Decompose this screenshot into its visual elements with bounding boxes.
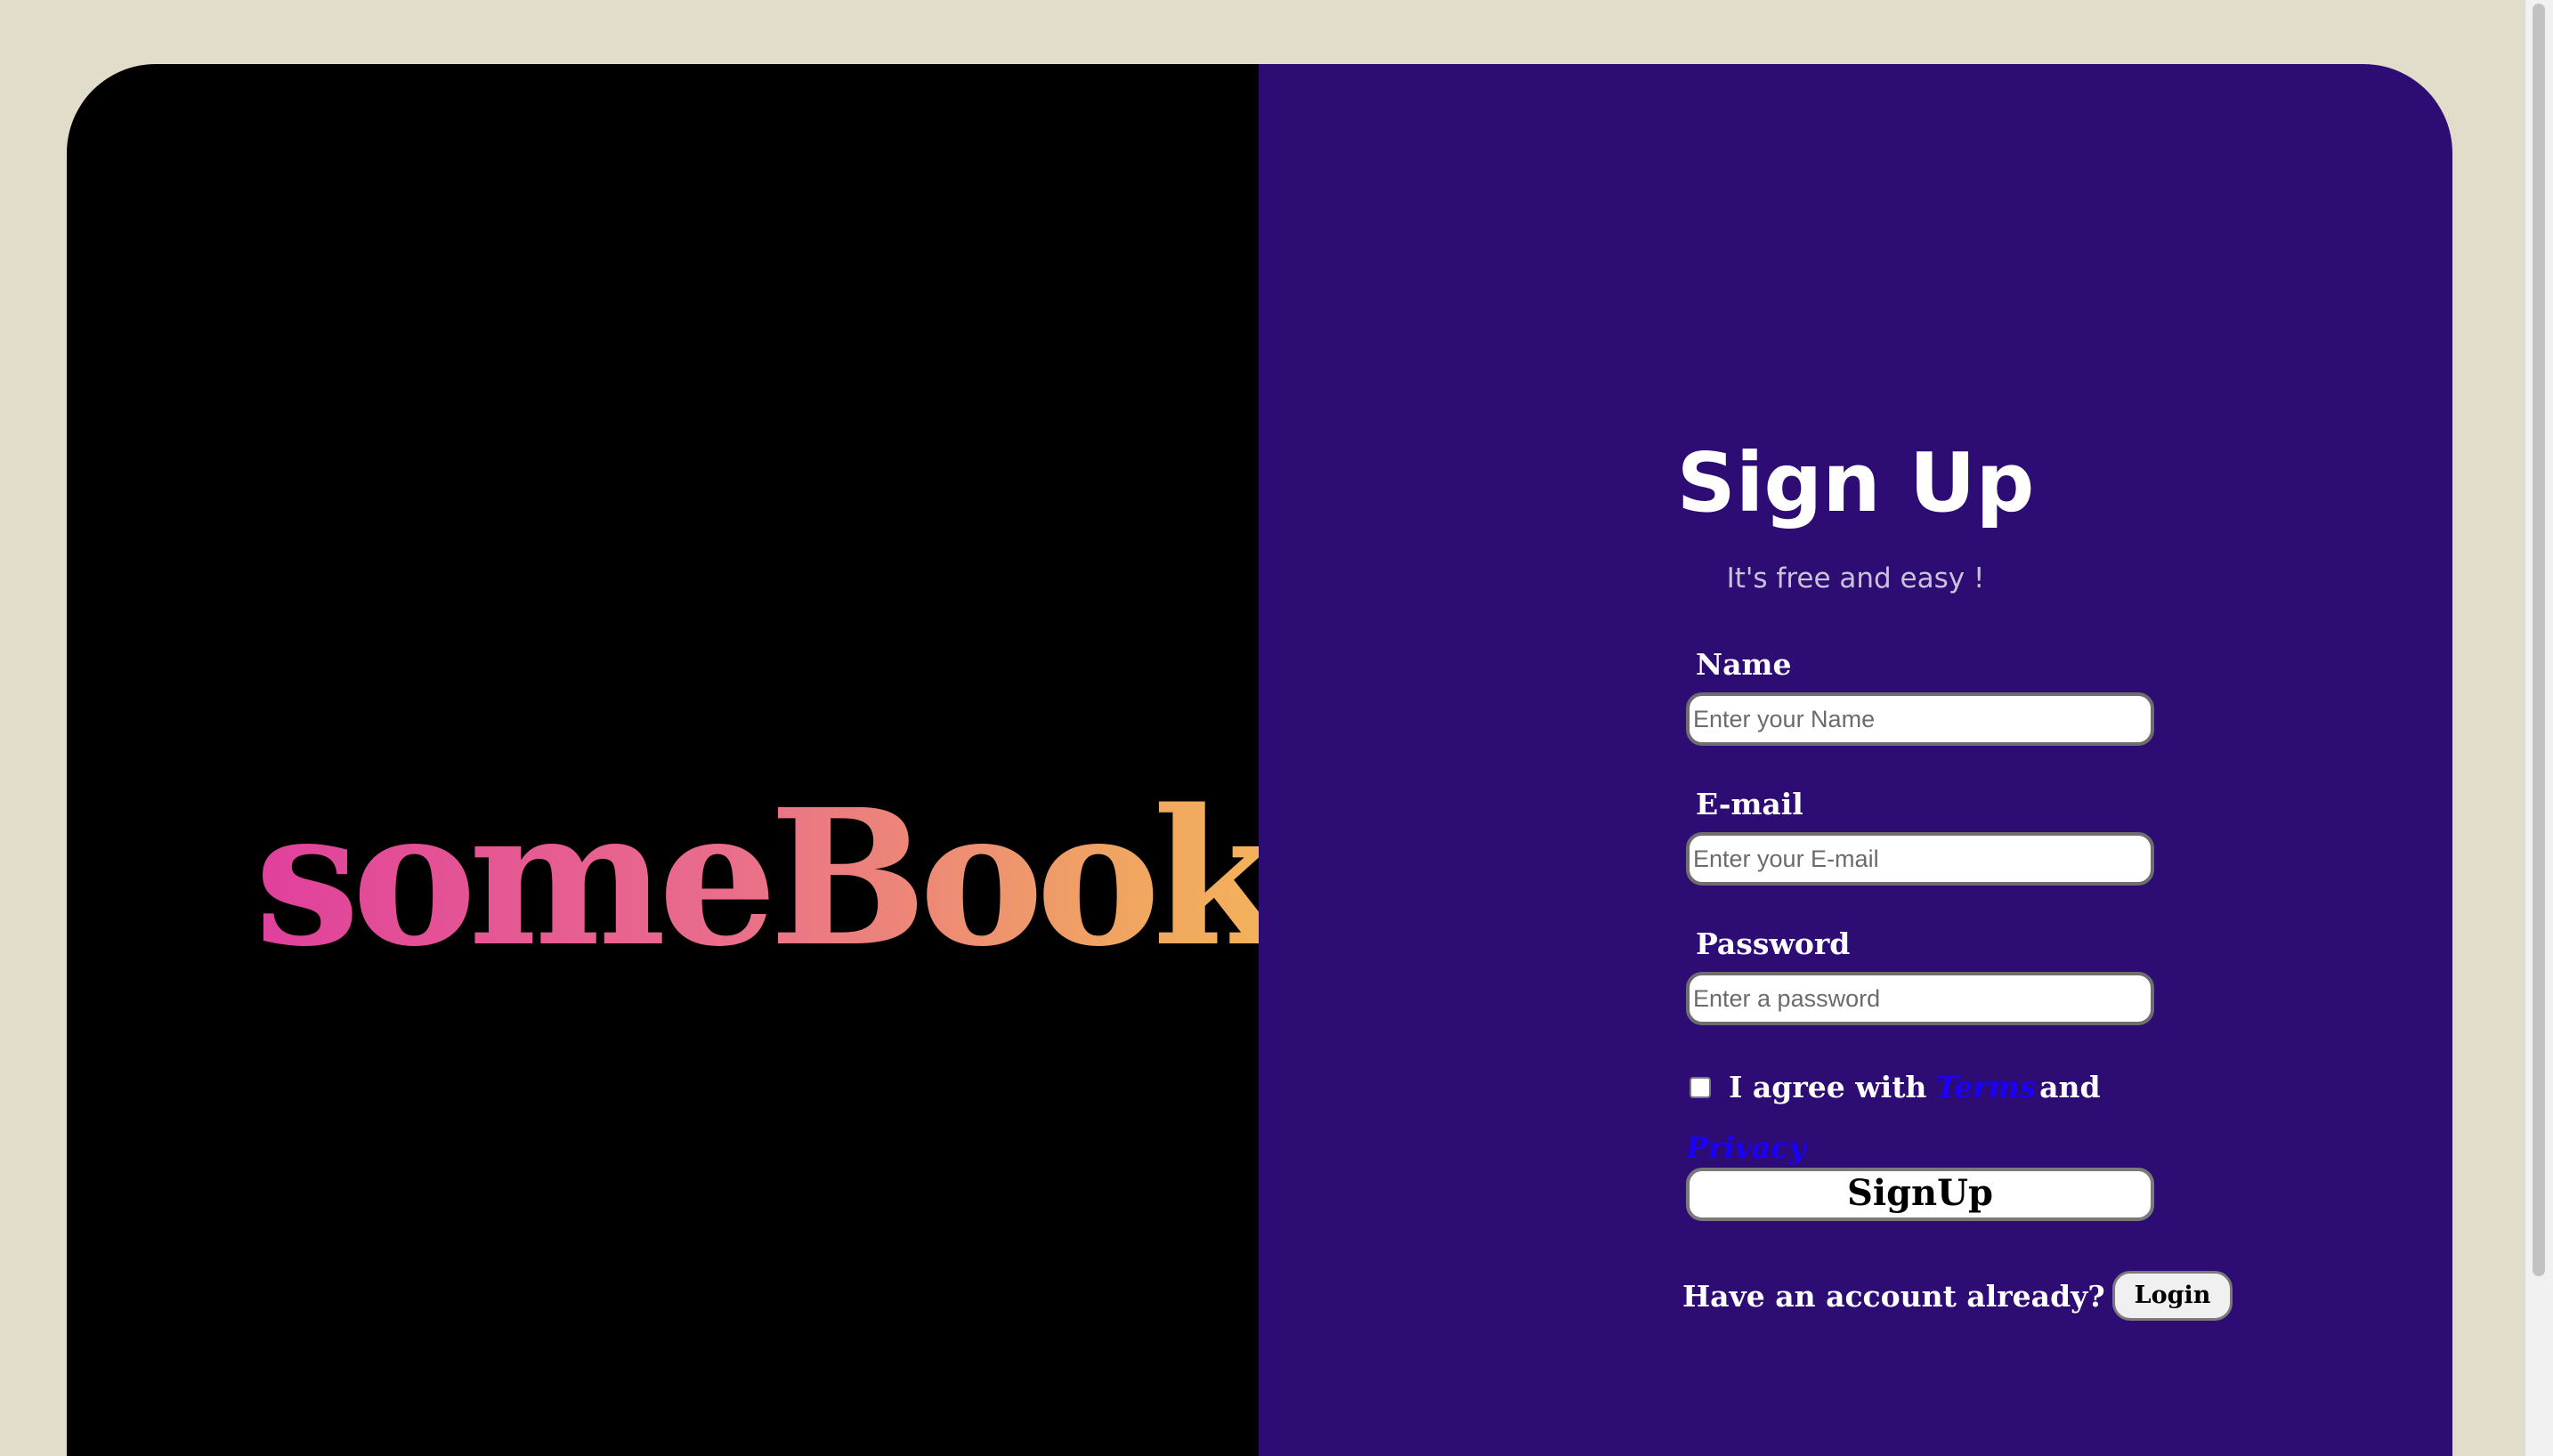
email-input[interactable] — [1686, 832, 2154, 886]
account-prompt: Have an account already? — [1682, 1278, 2105, 1314]
brand-panel: someBook. — [67, 64, 1339, 1456]
signup-card: someBook. Sign Up It's free and easy ! N… — [67, 64, 2452, 1456]
page-subtitle: It's free and easy ! — [1726, 562, 1985, 595]
password-input[interactable] — [1686, 972, 2154, 1025]
scrollbar-thumb[interactable] — [2533, 4, 2545, 1276]
agree-row: I agree with Terms and — [1690, 1070, 2101, 1104]
vertical-scrollbar[interactable] — [2525, 0, 2553, 1456]
login-button[interactable]: Login — [2111, 1271, 2233, 1321]
terms-link[interactable]: Terms — [1935, 1070, 2036, 1104]
privacy-link[interactable]: Privacy — [1686, 1130, 1806, 1165]
email-label: E-mail — [1696, 787, 1803, 821]
signup-button[interactable]: SignUp — [1686, 1168, 2154, 1221]
agree-and-text: and — [2039, 1070, 2101, 1104]
agree-checkbox[interactable] — [1690, 1076, 1711, 1098]
signup-panel: Sign Up It's free and easy ! Name E-mail… — [1259, 64, 2452, 1456]
page-title: Sign Up — [1676, 435, 2035, 530]
agree-text: I agree with — [1729, 1070, 1927, 1104]
name-input[interactable] — [1686, 692, 2154, 746]
page: someBook. Sign Up It's free and easy ! N… — [0, 0, 2553, 1456]
password-label: Password — [1696, 926, 1851, 961]
name-label: Name — [1696, 647, 1792, 682]
account-row: Have an account already? Login — [1682, 1271, 2233, 1321]
brand-logo: someBook. — [255, 768, 1339, 988]
